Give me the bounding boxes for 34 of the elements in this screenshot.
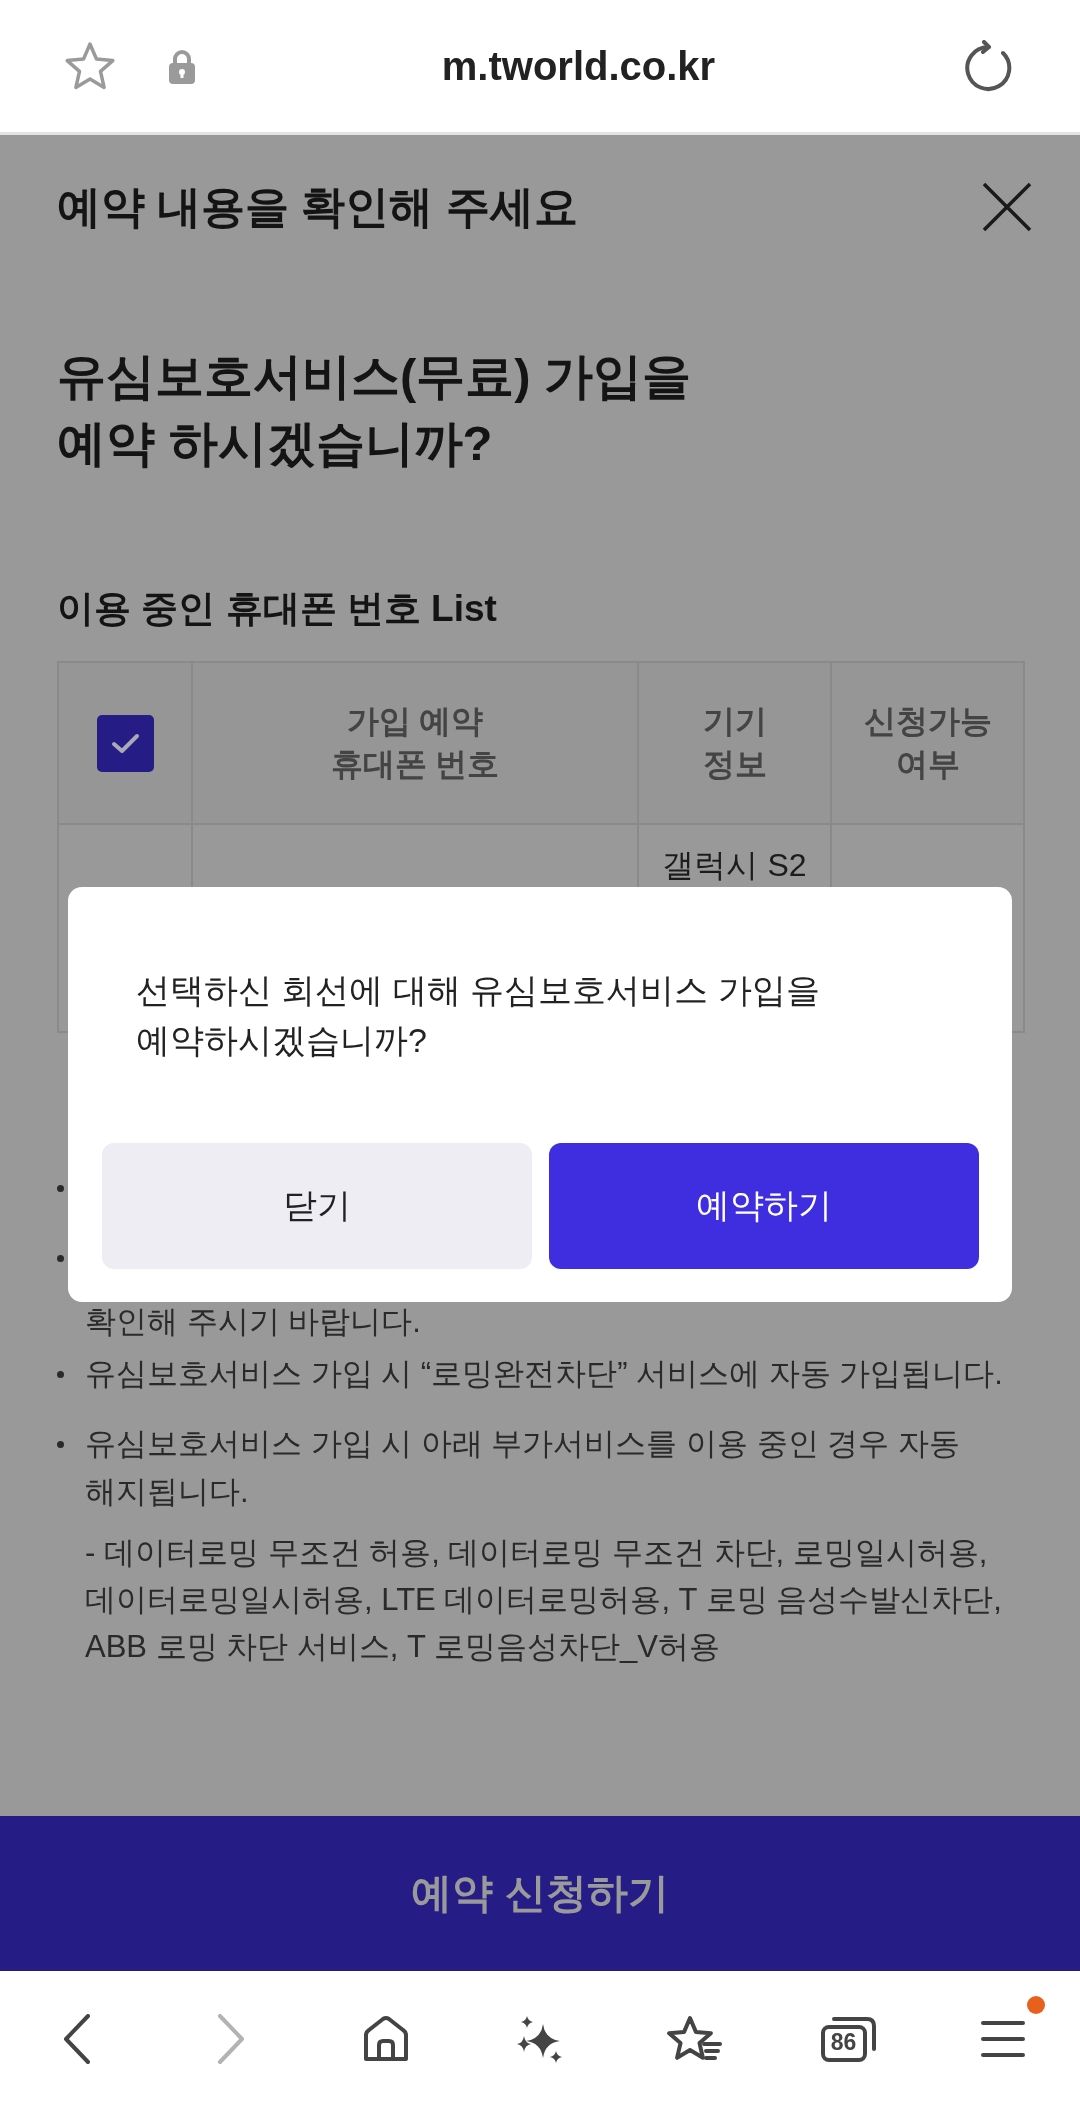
question-heading: 유심보호서비스(무료) 가입을 예약 하시겠습니까? bbox=[57, 348, 692, 472]
lock-icon bbox=[169, 48, 195, 84]
url-text[interactable]: m.tworld.co.kr bbox=[441, 43, 716, 89]
column-header: 가입 예약 휴대폰 번호 bbox=[192, 662, 638, 824]
section-title: 이용 중인 휴대폰 번호 List bbox=[57, 587, 497, 631]
tabs-icon bbox=[820, 2015, 877, 2062]
bullet-icon bbox=[57, 1371, 64, 1378]
notice-text: 유심보호서비스 가입 시 “로밍완전차단” 서비스에 자동 가입됩니다. bbox=[85, 1355, 1004, 1393]
bullet-icon bbox=[57, 1441, 64, 1448]
close-icon bbox=[982, 182, 1032, 232]
reload-button[interactable] bbox=[962, 40, 1014, 92]
select-all-checkbox[interactable] bbox=[96, 714, 154, 772]
menu-icon bbox=[980, 2018, 1025, 2059]
device-name: 갤럭시 S2 bbox=[662, 847, 807, 883]
dialog-close-button[interactable]: 닫기 bbox=[102, 1143, 532, 1269]
chevron-right-icon bbox=[217, 2013, 246, 2064]
star-icon bbox=[63, 40, 117, 92]
column-header: 기기 정보 bbox=[638, 662, 831, 824]
notice-text: 유심보호서비스 가입 시 아래 부가서비스를 이용 중인 경우 자동 해지됩니다. bbox=[85, 1425, 961, 1511]
sparkle-icon bbox=[516, 2014, 564, 2063]
notice-text: 확인해 주시기 바랍니다. bbox=[85, 1303, 421, 1341]
reload-icon bbox=[962, 40, 1014, 92]
dialog-message: 선택하신 회선에 대해 유심보호서비스 가입을 예약하시겠습니까? bbox=[136, 970, 821, 1061]
tabs-button[interactable]: 86 bbox=[806, 1994, 891, 2083]
close-button[interactable] bbox=[982, 182, 1032, 232]
bullet-icon bbox=[57, 1255, 64, 1262]
column-header: 신청가능 여부 bbox=[831, 662, 1024, 824]
bullet-icon bbox=[57, 1185, 64, 1192]
page-title: 예약 내용을 확인해 주세요 bbox=[57, 181, 578, 233]
confirm-button[interactable]: 예약하기 bbox=[549, 1143, 979, 1269]
notice-note: - 데이터로밍 무조건 허용, 데이터로밍 무조건 차단, 로밍일시허용, 데이터로밍일시허용, LTE 데이터로밍허용, T 로밍 음성수발신차단, ABB 로밍 차단 서비스, T 로밍음성차단_V허용 bbox=[85, 1534, 1003, 1666]
chevron-left-icon bbox=[63, 2013, 92, 2064]
star-button[interactable] bbox=[63, 40, 117, 92]
submit-button[interactable]: 예약 신청하기 bbox=[0, 1816, 1080, 1971]
